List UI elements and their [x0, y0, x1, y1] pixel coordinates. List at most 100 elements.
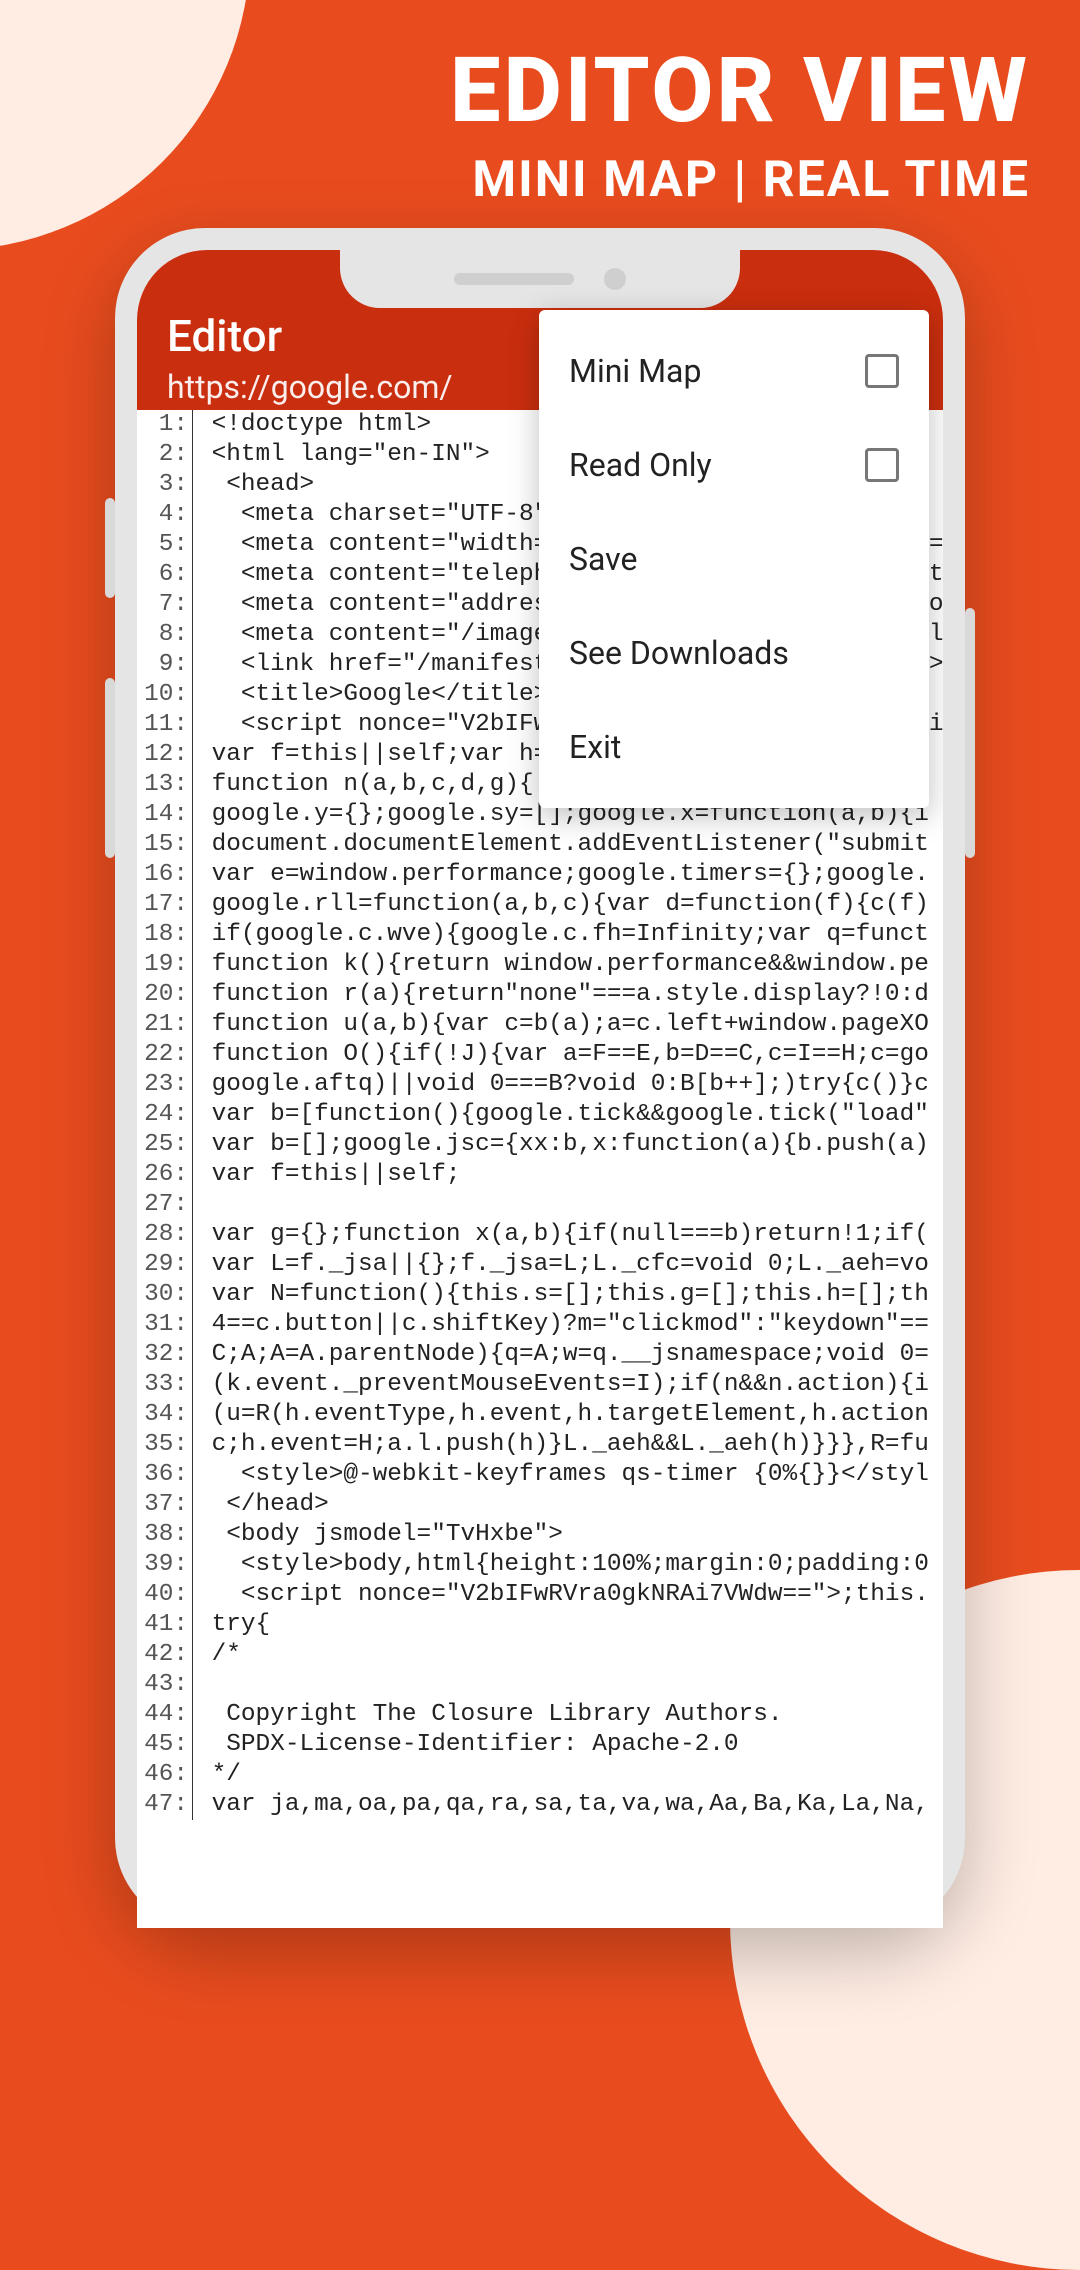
line-number: 45:	[137, 1730, 193, 1760]
code-line[interactable]: 26: var f=this||self;	[137, 1160, 943, 1190]
code-line[interactable]: 21: function u(a,b){var c=b(a);a=c.left+…	[137, 1010, 943, 1040]
code-line[interactable]: 22: function O(){if(!J){var a=F==E,b=D==…	[137, 1040, 943, 1070]
line-content[interactable]	[193, 1190, 212, 1220]
line-number: 16:	[137, 860, 193, 890]
menu-item-readonly[interactable]: Read Only	[539, 418, 929, 512]
line-number: 17:	[137, 890, 193, 920]
line-number: 36:	[137, 1460, 193, 1490]
code-line[interactable]: 42: /*	[137, 1640, 943, 1670]
line-content[interactable]	[193, 1670, 212, 1700]
line-content[interactable]: var b=[];google.jsc={xx:b,x:function(a){…	[193, 1130, 929, 1160]
line-number: 8:	[137, 620, 193, 650]
line-content[interactable]: <style>@-webkit-keyframes qs-timer {0%{}…	[193, 1460, 929, 1490]
line-content[interactable]: (k.event._preventMouseEvents=I);if(n&&n.…	[193, 1370, 929, 1400]
checkbox-icon[interactable]	[865, 448, 899, 482]
line-content[interactable]: function k(){return window.performance&&…	[193, 950, 929, 980]
code-line[interactable]: 30: var N=function(){this.s=[];this.g=[]…	[137, 1280, 943, 1310]
code-line[interactable]: 33: (k.event._preventMouseEvents=I);if(n…	[137, 1370, 943, 1400]
code-line[interactable]: 43:	[137, 1670, 943, 1700]
options-menu: Mini Map Read Only Save See Downloads Ex…	[539, 310, 929, 808]
line-content[interactable]: google.aftq)||void 0===B?void 0:B[b++];)…	[193, 1070, 929, 1100]
code-line[interactable]: 38: <body jsmodel="TvHxbe">	[137, 1520, 943, 1550]
menu-item-exit[interactable]: Exit	[539, 700, 929, 794]
code-line[interactable]: 31: 4==c.button||c.shiftKey)?m="clickmod…	[137, 1310, 943, 1340]
line-number: 23:	[137, 1070, 193, 1100]
code-line[interactable]: 39: <style>body,html{height:100%;margin:…	[137, 1550, 943, 1580]
menu-item-save[interactable]: Save	[539, 512, 929, 606]
headline-subtitle: MINI MAP | REAL TIME	[450, 151, 1030, 209]
code-line[interactable]: 20: function r(a){return"none"===a.style…	[137, 980, 943, 1010]
code-line[interactable]: 29: var L=f._jsa||{};f._jsa=L;L._cfc=voi…	[137, 1250, 943, 1280]
line-content[interactable]: var ja,ma,oa,pa,qa,ra,sa,ta,va,wa,Aa,Ba,…	[193, 1790, 929, 1820]
menu-item-downloads[interactable]: See Downloads	[539, 606, 929, 700]
line-content[interactable]: document.documentElement.addEventListene…	[193, 830, 929, 860]
line-number: 9:	[137, 650, 193, 680]
phone-button-left-2	[105, 678, 115, 858]
code-line[interactable]: 32: C;A;A=A.parentNode){q=A;w=q.__jsname…	[137, 1340, 943, 1370]
code-line[interactable]: 17: google.rll=function(a,b,c){var d=fun…	[137, 890, 943, 920]
code-line[interactable]: 41: try{	[137, 1610, 943, 1640]
code-line[interactable]: 19: function k(){return window.performan…	[137, 950, 943, 980]
line-content[interactable]: <title>Google</title>	[193, 680, 548, 710]
line-content[interactable]: var g={};function x(a,b){if(null===b)ret…	[193, 1220, 929, 1250]
line-content[interactable]: function r(a){return"none"===a.style.dis…	[193, 980, 929, 1010]
menu-item-minimap[interactable]: Mini Map	[539, 324, 929, 418]
line-content[interactable]: <html lang="en-IN">	[193, 440, 490, 470]
line-content[interactable]: function n(a,b,c,d,g){	[193, 770, 534, 800]
code-line[interactable]: 27:	[137, 1190, 943, 1220]
line-content[interactable]: /*	[193, 1640, 241, 1670]
line-number: 46:	[137, 1760, 193, 1790]
line-number: 35:	[137, 1430, 193, 1460]
line-content[interactable]: SPDX-License-Identifier: Apache-2.0	[193, 1730, 739, 1760]
line-content[interactable]: <meta charset="UTF-8">	[193, 500, 563, 530]
code-line[interactable]: 15: document.documentElement.addEventLis…	[137, 830, 943, 860]
code-line[interactable]: 23: google.aftq)||void 0===B?void 0:B[b+…	[137, 1070, 943, 1100]
code-line[interactable]: 44: Copyright The Closure Library Author…	[137, 1700, 943, 1730]
checkbox-icon[interactable]	[865, 354, 899, 388]
line-number: 4:	[137, 500, 193, 530]
decor-circle-top-left	[0, 0, 250, 250]
line-content[interactable]: */	[193, 1760, 241, 1790]
code-line[interactable]: 47: var ja,ma,oa,pa,qa,ra,sa,ta,va,wa,Aa…	[137, 1790, 943, 1820]
line-content[interactable]: function O(){if(!J){var a=F==E,b=D==C,c=…	[193, 1040, 929, 1070]
line-content[interactable]: (u=R(h.eventType,h.event,h.targetElement…	[193, 1400, 929, 1430]
line-content[interactable]: <script nonce="V2bIFwRVra0gkNRAi7VWdw=="…	[193, 1580, 929, 1610]
line-content[interactable]: function u(a,b){var c=b(a);a=c.left+wind…	[193, 1010, 929, 1040]
line-number: 7:	[137, 590, 193, 620]
code-line[interactable]: 16: var e=window.performance;google.time…	[137, 860, 943, 890]
line-content[interactable]: <style>body,html{height:100%;margin:0;pa…	[193, 1550, 929, 1580]
code-line[interactable]: 34: (u=R(h.eventType,h.event,h.targetEle…	[137, 1400, 943, 1430]
phone-button-right	[965, 608, 975, 858]
line-content[interactable]: 4==c.button||c.shiftKey)?m="clickmod":"k…	[193, 1310, 929, 1340]
line-content[interactable]: var N=function(){this.s=[];this.g=[];thi…	[193, 1280, 929, 1310]
line-content[interactable]: var b=[function(){google.tick&&google.ti…	[193, 1100, 929, 1130]
line-content[interactable]: var f=this||self;	[193, 1160, 460, 1190]
code-line[interactable]: 46: */	[137, 1760, 943, 1790]
line-number: 12:	[137, 740, 193, 770]
code-line[interactable]: 25: var b=[];google.jsc={xx:b,x:function…	[137, 1130, 943, 1160]
code-line[interactable]: 28: var g={};function x(a,b){if(null===b…	[137, 1220, 943, 1250]
line-content[interactable]: <!doctype html>	[193, 410, 431, 440]
line-content[interactable]: C;A;A=A.parentNode){q=A;w=q.__jsnamespac…	[193, 1340, 929, 1370]
code-line[interactable]: 35: c;h.event=H;a.l.push(h)}L._aeh&&L._a…	[137, 1430, 943, 1460]
line-content[interactable]: try{	[193, 1610, 270, 1640]
code-line[interactable]: 36: <style>@-webkit-keyframes qs-timer {…	[137, 1460, 943, 1490]
line-content[interactable]: c;h.event=H;a.l.push(h)}L._aeh&&L._aeh(h…	[193, 1430, 929, 1460]
code-line[interactable]: 37: </head>	[137, 1490, 943, 1520]
line-content[interactable]: </head>	[193, 1490, 329, 1520]
line-number: 22:	[137, 1040, 193, 1070]
line-number: 28:	[137, 1220, 193, 1250]
line-content[interactable]: var L=f._jsa||{};f._jsa=L;L._cfc=void 0;…	[193, 1250, 929, 1280]
line-number: 34:	[137, 1400, 193, 1430]
line-content[interactable]: <head>	[193, 470, 314, 500]
code-line[interactable]: 18: if(google.c.wve){google.c.fh=Infinit…	[137, 920, 943, 950]
line-content[interactable]: Copyright The Closure Library Authors.	[193, 1700, 782, 1730]
menu-label: Read Only	[569, 446, 712, 484]
line-content[interactable]: if(google.c.wve){google.c.fh=Infinity;va…	[193, 920, 929, 950]
line-content[interactable]: <body jsmodel="TvHxbe">	[193, 1520, 563, 1550]
line-content[interactable]: google.rll=function(a,b,c){var d=functio…	[193, 890, 929, 920]
line-content[interactable]: var e=window.performance;google.timers={…	[193, 860, 929, 890]
code-line[interactable]: 24: var b=[function(){google.tick&&googl…	[137, 1100, 943, 1130]
code-line[interactable]: 45: SPDX-License-Identifier: Apache-2.0	[137, 1730, 943, 1760]
code-line[interactable]: 40: <script nonce="V2bIFwRVra0gkNRAi7VWd…	[137, 1580, 943, 1610]
